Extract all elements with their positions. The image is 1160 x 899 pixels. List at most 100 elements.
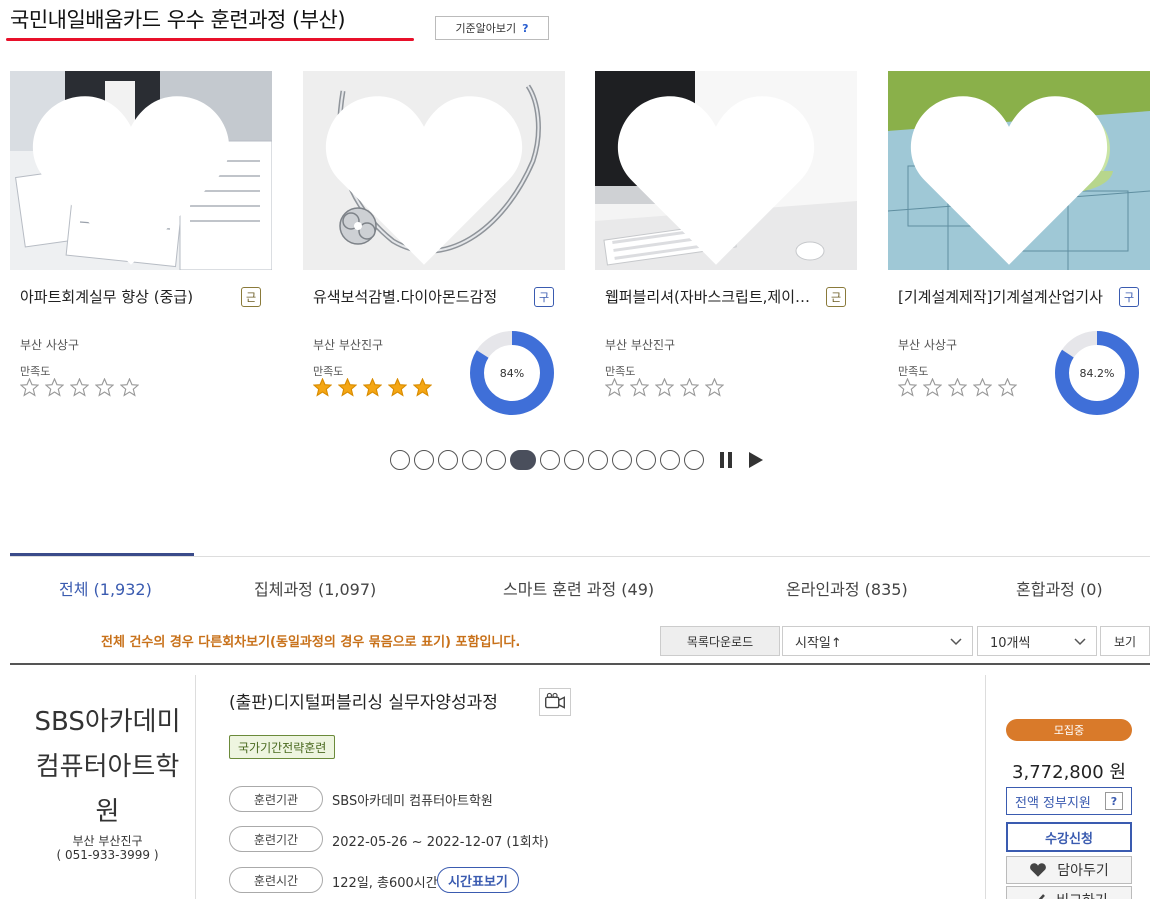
- carousel-dot[interactable]: [660, 450, 680, 470]
- info-label-hours: 훈련시간: [229, 867, 323, 893]
- star-icon: [363, 378, 382, 397]
- per-page-value: 10개씩: [990, 635, 1031, 651]
- apply-button[interactable]: 수강신청: [1006, 822, 1132, 852]
- section-title: 국민내일배움카드 우수 훈련과정 (부산): [10, 8, 346, 32]
- course-image: [888, 71, 1150, 270]
- star-icon: [120, 378, 139, 397]
- tab-blended[interactable]: 혼합과정 (0): [1016, 576, 1103, 600]
- heart-icon[interactable]: [303, 81, 555, 270]
- column-divider: [195, 675, 196, 899]
- play-icon[interactable]: [746, 451, 764, 469]
- gov-support-button[interactable]: 전액 정부지원 ?: [1006, 787, 1132, 815]
- tab-classroom[interactable]: 집체과정 (1,097): [254, 576, 376, 600]
- institution-name[interactable]: SBS아카데미 컴퓨터아트학원: [25, 700, 190, 835]
- info-label-institution: 훈련기관: [229, 786, 323, 812]
- pause-icon[interactable]: [718, 451, 734, 469]
- tab-all[interactable]: 전체 (1,932): [59, 576, 152, 600]
- star-icon: [655, 378, 674, 397]
- star-icon: [20, 378, 39, 397]
- star-rating: [605, 378, 724, 397]
- carousel-dot[interactable]: [486, 450, 506, 470]
- star-icon: [998, 378, 1017, 397]
- result-course-title[interactable]: (출판)디지털퍼블리싱 실무자양성과정: [229, 688, 498, 713]
- star-icon: [923, 378, 942, 397]
- carousel-dot[interactable]: [510, 450, 536, 470]
- list-notice: 전체 건수의 경우 다른회차보기(동일과정의 경우 묶음으로 표기) 포함입니다…: [101, 635, 521, 650]
- star-rating: [20, 378, 139, 397]
- question-icon[interactable]: ?: [1105, 792, 1123, 810]
- info-value-hours: 122일, 총600시간: [332, 876, 438, 891]
- course-card[interactable]: 유색보석감별.다이아몬드감정 구 부산 부산진구 만족도 84%: [303, 71, 565, 416]
- info-value-institution: SBS아카데미 컴퓨터아트학원: [332, 794, 493, 809]
- course-title[interactable]: [기계설계제작]기계설계산업기사: [898, 286, 1108, 307]
- carousel-dot[interactable]: [636, 450, 656, 470]
- list-top-border: [10, 663, 1150, 665]
- course-price: 3,772,800 원: [1012, 762, 1126, 783]
- course-title[interactable]: 웹퍼블리셔(자바스크립트,제이쿼리,HTML5): [605, 286, 815, 307]
- question-icon: ?: [522, 21, 529, 35]
- donut-label: 84.2%: [1080, 367, 1115, 380]
- column-divider: [985, 675, 986, 899]
- view-button[interactable]: 보기: [1100, 626, 1150, 656]
- star-icon: [680, 378, 699, 397]
- carousel-dot[interactable]: [588, 450, 608, 470]
- timetable-button[interactable]: 시간표보기: [437, 867, 519, 893]
- star-rating: [313, 378, 432, 397]
- compare-label: 비교하기: [1056, 890, 1108, 899]
- heart-icon: [1030, 863, 1047, 877]
- carousel-dot[interactable]: [612, 450, 632, 470]
- carousel-dot[interactable]: [462, 450, 482, 470]
- criteria-button-label: 기준알아보기: [455, 22, 517, 35]
- chevron-down-icon: [950, 638, 962, 646]
- satisfaction-donut: 84.2%: [1055, 331, 1139, 415]
- course-title[interactable]: 유색보석감별.다이아몬드감정: [313, 286, 523, 307]
- course-card[interactable]: [기계설계제작]기계설계산업기사 구 부산 사상구 만족도 84.2%: [888, 71, 1150, 416]
- carousel-dot[interactable]: [390, 450, 410, 470]
- region-label: 부산 사상구: [898, 338, 958, 352]
- chevron-down-icon: [1074, 638, 1086, 646]
- institution-region: 부산 부산진구: [72, 834, 143, 848]
- star-icon: [338, 378, 357, 397]
- star-icon: [973, 378, 992, 397]
- carousel-dot[interactable]: [438, 450, 458, 470]
- sort-select[interactable]: 시작일↑: [782, 626, 973, 656]
- status-badge: 모집중: [1006, 719, 1132, 741]
- satisfaction-donut: 84%: [470, 331, 554, 415]
- category-badge: 구: [534, 287, 554, 307]
- course-title[interactable]: 아파트회계실무 향상 (중급): [20, 286, 230, 307]
- course-image: [10, 71, 272, 270]
- star-icon: [95, 378, 114, 397]
- download-list-button[interactable]: 목록다운로드: [660, 626, 780, 656]
- satisfaction-label: 만족도: [898, 365, 929, 378]
- wishlist-button[interactable]: 담아두기: [1006, 856, 1132, 884]
- course-card[interactable]: 웹퍼블리셔(자바스크립트,제이쿼리,HTML5) 근 부산 부산진구 만족도: [595, 71, 857, 416]
- region-label: 부산 부산진구: [605, 338, 676, 352]
- course-image: [595, 71, 857, 270]
- video-camera-icon[interactable]: [539, 688, 571, 716]
- heart-icon[interactable]: [888, 81, 1140, 270]
- sort-value: 시작일↑: [795, 635, 842, 651]
- star-icon: [630, 378, 649, 397]
- wishlist-label: 담아두기: [1057, 863, 1109, 879]
- title-underline: [6, 38, 414, 41]
- star-icon: [705, 378, 724, 397]
- region-label: 부산 사상구: [20, 338, 80, 352]
- compare-button[interactable]: 비교하기: [1006, 886, 1132, 899]
- per-page-select[interactable]: 10개씩: [977, 626, 1097, 656]
- tab-smart[interactable]: 스마트 훈련 과정 (49): [503, 576, 654, 600]
- info-label-period: 훈련기간: [229, 826, 323, 852]
- criteria-button[interactable]: 기준알아보기 ?: [435, 16, 549, 40]
- star-icon: [45, 378, 64, 397]
- category-badge: 구: [1119, 287, 1139, 307]
- tab-online[interactable]: 온라인과정 (835): [786, 576, 908, 600]
- info-value-period: 2022-05-26 ~ 2022-12-07 (1회차): [332, 835, 549, 850]
- heart-icon[interactable]: [595, 81, 847, 270]
- carousel-dot[interactable]: [684, 450, 704, 470]
- course-image: [303, 71, 565, 270]
- carousel-dot[interactable]: [540, 450, 560, 470]
- course-card[interactable]: 아파트회계실무 향상 (중급) 근 부산 사상구 만족도: [10, 71, 272, 416]
- star-icon: [388, 378, 407, 397]
- carousel-dot[interactable]: [414, 450, 434, 470]
- heart-icon[interactable]: [10, 81, 262, 270]
- carousel-dot[interactable]: [564, 450, 584, 470]
